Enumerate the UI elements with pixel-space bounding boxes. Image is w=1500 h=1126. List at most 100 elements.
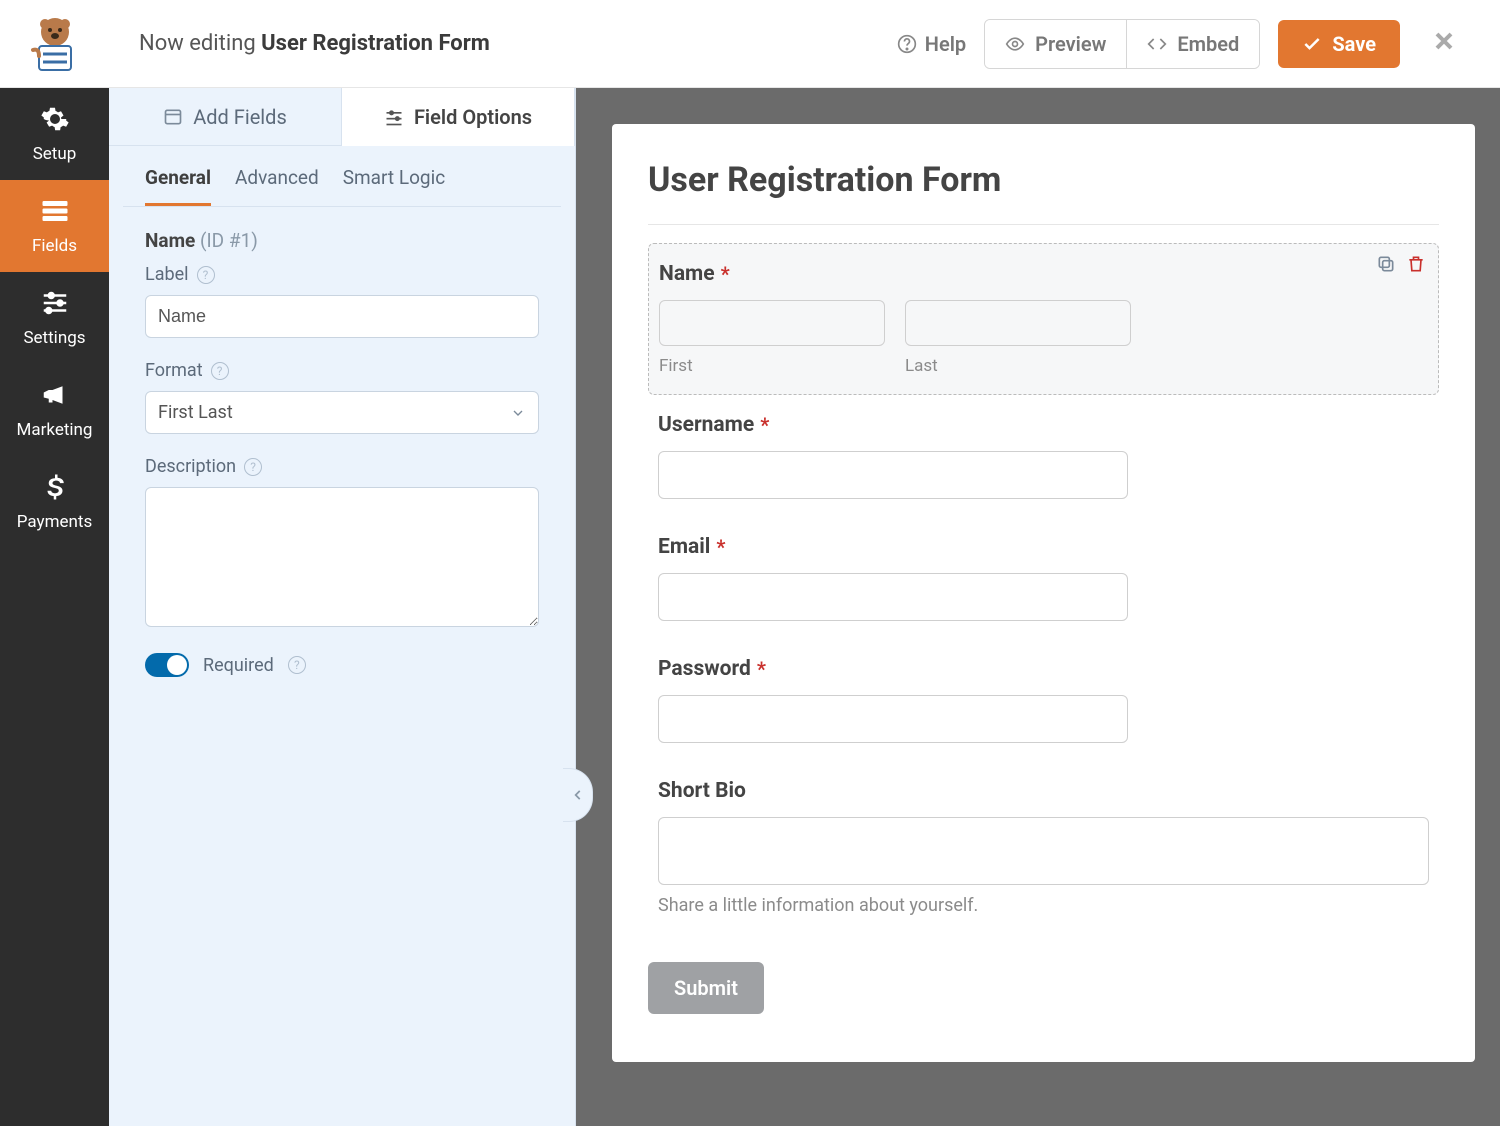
required-star: * <box>757 657 766 681</box>
editing-prefix: Now editing <box>139 31 256 56</box>
preview-button[interactable]: Preview <box>985 20 1126 68</box>
required-star: * <box>721 262 730 286</box>
description-caption-row: Description ? <box>145 456 539 477</box>
subtab-advanced[interactable]: Advanced <box>235 166 319 206</box>
field-email-label: Email <box>658 535 710 559</box>
nav-settings-label: Settings <box>23 328 85 348</box>
page-title: Now editing User Registration Form <box>109 31 897 56</box>
app-logo <box>0 0 109 87</box>
help-icon <box>897 34 917 54</box>
label-input[interactable] <box>145 295 539 338</box>
tab-add-fields[interactable]: Add Fields <box>109 88 341 146</box>
preview-field-password[interactable]: Password * <box>648 639 1439 761</box>
label-caption: Label <box>145 264 189 285</box>
tab-field-options[interactable]: Field Options <box>341 88 575 146</box>
field-options-panel: Add Fields Field Options General Advance… <box>109 88 576 1126</box>
embed-button[interactable]: Embed <box>1126 20 1259 68</box>
trash-icon[interactable] <box>1406 254 1426 274</box>
username-input[interactable] <box>658 451 1128 499</box>
required-toggle[interactable] <box>145 653 189 677</box>
help-icon[interactable]: ? <box>288 656 306 674</box>
required-caption: Required <box>203 655 274 676</box>
eye-icon <box>1005 34 1025 54</box>
format-value: First Last <box>158 402 233 423</box>
help-label: Help <box>925 32 966 56</box>
bullhorn-icon <box>0 380 109 414</box>
nav-payments[interactable]: Payments <box>0 456 109 548</box>
form-preview-title: User Registration Form <box>648 160 1439 225</box>
bio-textarea[interactable] <box>658 817 1429 885</box>
nav-fields[interactable]: Fields <box>0 180 109 272</box>
description-textarea[interactable] <box>145 487 539 627</box>
preview-embed-group: Preview Embed <box>984 19 1260 69</box>
field-name-label: Name <box>659 262 715 286</box>
required-star: * <box>760 413 769 437</box>
top-actions: Help Preview Embed Save <box>897 19 1500 69</box>
subtab-smart-logic[interactable]: Smart Logic <box>343 166 445 206</box>
nav-fields-label: Fields <box>32 236 77 256</box>
email-input[interactable] <box>658 573 1128 621</box>
field-username-label: Username <box>658 413 754 437</box>
code-icon <box>1147 34 1167 54</box>
format-caption-row: Format ? <box>145 360 539 381</box>
add-field-icon <box>163 107 183 127</box>
field-name: Name <box>145 229 195 252</box>
required-star: * <box>716 535 725 559</box>
submit-button[interactable]: Submit <box>648 962 764 1014</box>
preview-field-bio[interactable]: Short Bio Share a little information abo… <box>648 761 1439 934</box>
required-row: Required ? <box>109 653 575 677</box>
nav-payments-label: Payments <box>17 512 92 532</box>
nav-setup-label: Setup <box>33 144 77 164</box>
save-label: Save <box>1332 32 1376 56</box>
bio-description: Share a little information about yoursel… <box>658 895 1429 916</box>
sliders-icon <box>0 288 109 322</box>
form-preview-canvas: User Registration Form Name * First <box>576 88 1500 1126</box>
form-icon <box>0 196 109 230</box>
format-select[interactable]: First Last <box>145 391 539 434</box>
tab-field-options-label: Field Options <box>414 105 532 129</box>
first-name-input[interactable] <box>659 300 885 346</box>
field-password-label: Password <box>658 657 751 681</box>
preview-label: Preview <box>1035 32 1106 56</box>
last-name-input[interactable] <box>905 300 1131 346</box>
help-icon[interactable]: ? <box>244 458 262 476</box>
field-tools <box>1376 254 1426 274</box>
duplicate-icon[interactable] <box>1376 254 1396 274</box>
editing-form-name: User Registration Form <box>261 31 490 56</box>
check-icon <box>1302 34 1322 54</box>
left-nav: Setup Fields Settings Marketing Payments <box>0 88 109 1126</box>
help-icon[interactable]: ? <box>197 266 215 284</box>
preview-field-name[interactable]: Name * First Last <box>648 243 1439 395</box>
preview-field-email[interactable]: Email * <box>648 517 1439 639</box>
options-icon <box>384 107 404 127</box>
nav-marketing[interactable]: Marketing <box>0 364 109 456</box>
nav-settings[interactable]: Settings <box>0 272 109 364</box>
preview-field-username[interactable]: Username * <box>648 395 1439 517</box>
label-caption-row: Label ? <box>145 264 539 285</box>
embed-label: Embed <box>1177 32 1239 56</box>
format-caption: Format <box>145 360 203 381</box>
help-link[interactable]: Help <box>897 32 966 56</box>
nav-marketing-label: Marketing <box>17 420 93 440</box>
password-input[interactable] <box>658 695 1128 743</box>
field-id: (ID #1) <box>200 229 258 252</box>
dollar-icon <box>0 472 109 506</box>
nav-setup[interactable]: Setup <box>0 88 109 180</box>
tab-add-fields-label: Add Fields <box>193 105 287 129</box>
subtab-general[interactable]: General <box>145 166 211 206</box>
name-subfields: First Last <box>659 300 1428 376</box>
panel-tabs: Add Fields Field Options <box>109 88 575 146</box>
description-caption: Description <box>145 456 236 477</box>
wpforms-logo-icon <box>25 16 85 72</box>
gear-icon <box>0 104 109 138</box>
close-icon <box>1432 29 1456 53</box>
help-icon[interactable]: ? <box>211 362 229 380</box>
option-subtabs: General Advanced Smart Logic <box>123 150 561 207</box>
form-preview-card: User Registration Form Name * First <box>612 124 1475 1062</box>
save-button[interactable]: Save <box>1278 20 1400 68</box>
close-button[interactable] <box>1418 27 1470 60</box>
chevron-left-icon <box>571 788 585 802</box>
last-name-sublabel: Last <box>905 356 1131 376</box>
first-name-sublabel: First <box>659 356 885 376</box>
field-bio-label: Short Bio <box>658 779 746 803</box>
